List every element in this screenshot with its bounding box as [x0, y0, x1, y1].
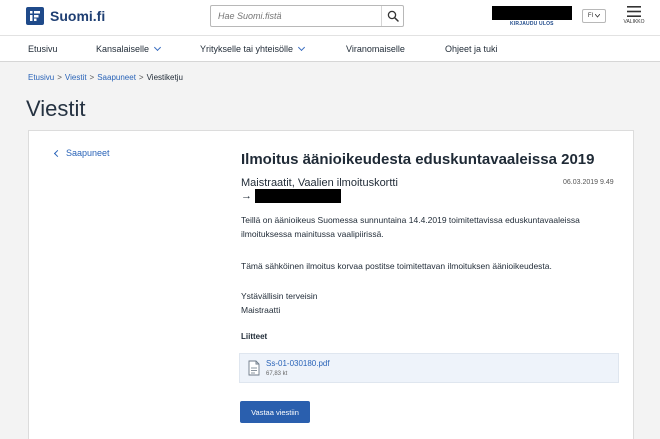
page-title: Viestit [26, 96, 86, 121]
breadcrumb-saapuneet[interactable]: Saapuneet [97, 73, 136, 82]
message-card: Saapuneet Ilmoitus äänioikeudesta edusku… [28, 130, 634, 439]
search-box [210, 5, 404, 27]
attachment-item[interactable]: Ss-01-030180.pdf 67,83 kt [239, 353, 619, 383]
menu-button[interactable]: VALIKKO [620, 6, 648, 32]
message-paragraph: Teillä on äänioikeus Suomessa sunnuntain… [241, 215, 580, 239]
nav-item-label: Kansalaiselle [96, 44, 150, 54]
breadcrumb-current: Viestiketju [146, 73, 183, 82]
language-value: FI [587, 13, 594, 19]
recipient-arrow: → [241, 190, 252, 202]
breadcrumb-separator: > [89, 73, 95, 82]
breadcrumb-etusivu[interactable]: Etusivu [28, 73, 54, 82]
menu-label: VALIKKO [623, 19, 645, 25]
nav-item-yritykselle[interactable]: Yritykselle tai yhteisölle [200, 43, 306, 54]
message-sender: Maistraatit, Vaalien ilmoituskortti [241, 177, 398, 189]
main-navigation: Etusivu Kansalaiselle Yritykselle tai yh… [0, 36, 660, 62]
reply-button[interactable]: Vastaa viestiin [240, 401, 310, 423]
breadcrumb-separator: > [57, 73, 62, 82]
nav-item-label: Ohjeet ja tuki [445, 44, 498, 54]
nav-item-label: Viranomaiselle [346, 44, 405, 54]
breadcrumb-viestit[interactable]: Viestit [65, 73, 87, 82]
closing-greeting: Ystävällisin terveisin [241, 291, 318, 301]
suomi-fi-logo-icon [26, 7, 44, 25]
message-recipient: → [241, 189, 341, 203]
back-link-label: Saapuneet [66, 148, 110, 158]
nav-item-label: Etusivu [28, 44, 58, 54]
file-icon [248, 360, 260, 376]
user-block: KIRJAUDU ULOS [492, 6, 572, 30]
closing-signature: Maistraatti [241, 305, 281, 315]
nav-item-etusivu[interactable]: Etusivu [28, 44, 58, 54]
redacted-user-name [492, 6, 572, 20]
nav-item-viranomaiselle[interactable]: Viranomaiselle [346, 44, 405, 54]
attachment-name[interactable]: Ss-01-030180.pdf [266, 359, 330, 368]
message-closing: Ystävällisin terveisin Maistraatti [241, 289, 621, 317]
suomi-fi-logo[interactable]: Suomi.fi [26, 7, 105, 25]
nav-item-label: Yritykselle tai yhteisölle [200, 44, 294, 54]
language-select[interactable]: FI [582, 9, 606, 23]
attachments-heading: Liitteet [241, 332, 268, 341]
hamburger-icon [627, 6, 641, 17]
message-title: Ilmoitus äänioikeudesta eduskuntavaaleis… [241, 151, 595, 168]
site-header: Suomi.fi KIRJAUDU ULOS FI VALIKKO [0, 0, 660, 36]
chevron-left-icon [53, 149, 62, 157]
search-input[interactable] [211, 6, 383, 26]
chevron-down-icon [154, 43, 162, 52]
search-button[interactable] [381, 6, 403, 26]
chevron-down-icon [595, 14, 601, 18]
breadcrumb: Etusivu > Viestit > Saapuneet > Viestike… [28, 73, 183, 82]
nav-item-kansalaiselle[interactable]: Kansalaiselle [96, 43, 162, 54]
attachment-size: 67,83 kt [266, 371, 288, 377]
message-date: 06.03.2019 9.49 [563, 179, 614, 186]
message-paragraph: Tämä sähköinen ilmoitus korvaa postitse … [241, 261, 552, 271]
search-icon [387, 10, 399, 22]
logo-text: Suomi.fi [50, 8, 106, 24]
breadcrumb-separator: > [138, 73, 144, 82]
chevron-down-icon [298, 43, 306, 52]
nav-item-ohjeet[interactable]: Ohjeet ja tuki [445, 44, 498, 54]
back-to-inbox-link[interactable]: Saapuneet [53, 148, 110, 158]
redacted-recipient-name [255, 189, 341, 203]
logout-link[interactable]: KIRJAUDU ULOS [510, 21, 554, 27]
